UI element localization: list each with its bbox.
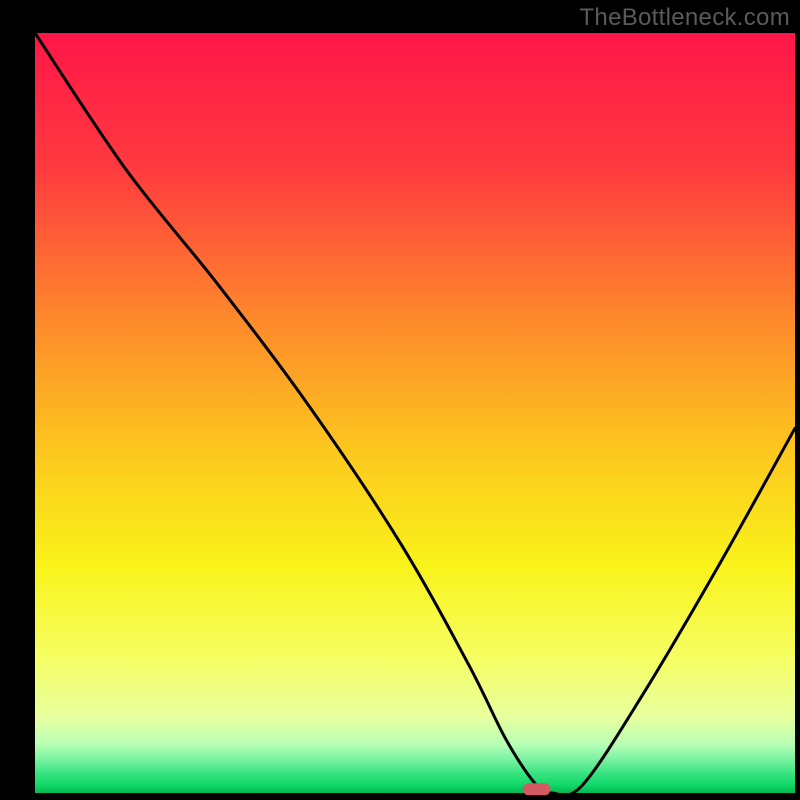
gradient-background <box>35 33 795 793</box>
bottleneck-marker <box>523 783 551 795</box>
bottleneck-chart <box>0 0 800 800</box>
chart-frame: TheBottleneck.com <box>0 0 800 800</box>
